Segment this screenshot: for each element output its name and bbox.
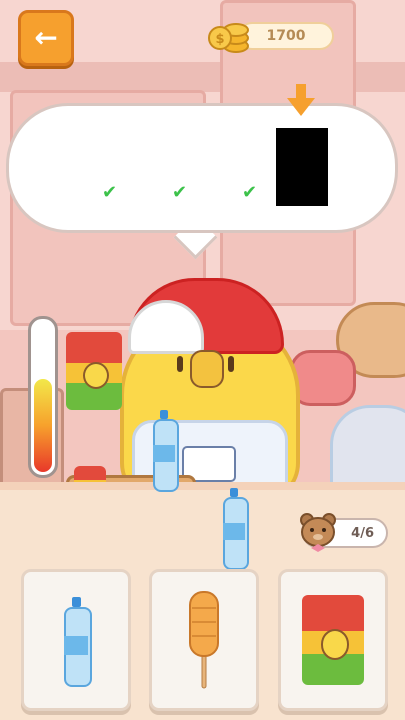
water-bottle-icon [61,597,92,687]
down-arrow-icon [287,84,315,116]
heat-gauge-fill [34,379,52,472]
bear-icon [300,513,336,552]
card-corn-dog[interactable] [149,569,259,711]
game-scene: ← 1700 $ ✔ ✔ ✔ 4/6 [0,0,405,720]
card-chips-bag[interactable] [278,569,388,711]
coin-counter: 1700 [238,22,334,50]
progress-text: 4/6 [351,525,374,541]
svg-text:$: $ [215,32,224,47]
coin-amount: 1700 [266,28,306,44]
heat-gauge [28,316,58,478]
back-button[interactable]: ← [18,10,74,66]
hidden-item-icon [276,128,328,206]
back-arrow-icon: ← [34,21,58,54]
chips-bag-icon [302,595,364,685]
corn-dog-icon [189,591,219,689]
coin-stack-icon: $ [208,23,249,53]
card-water-bottle[interactable] [21,569,131,711]
